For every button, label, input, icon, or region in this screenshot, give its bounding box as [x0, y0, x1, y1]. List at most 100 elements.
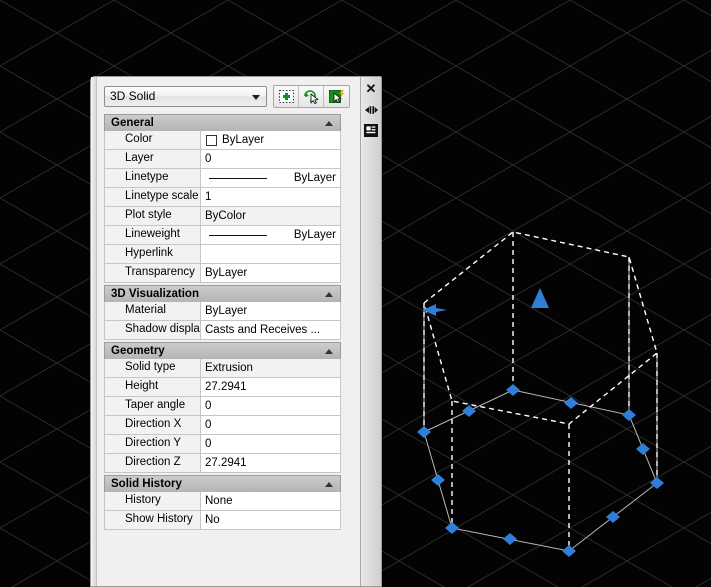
property-value-cell[interactable]: ByLayer	[201, 302, 340, 320]
property-row[interactable]: Layer 0	[104, 150, 341, 169]
property-label: Direction Y	[105, 435, 201, 453]
section-title: Geometry	[111, 345, 165, 357]
section-header-general[interactable]: General	[104, 114, 341, 131]
property-row[interactable]: Linetype ByLayer	[104, 169, 341, 188]
properties-scrollbar[interactable]	[343, 114, 355, 586]
property-row[interactable]: Solid type Extrusion	[104, 359, 341, 378]
property-row[interactable]: Material ByLayer	[104, 302, 341, 321]
property-row[interactable]: Hyperlink	[104, 245, 341, 264]
grip-arrow-move[interactable]	[423, 304, 447, 316]
property-label: Material	[105, 302, 201, 320]
property-value: None	[205, 494, 233, 507]
property-value: ByLayer	[205, 304, 248, 317]
close-button[interactable]: ✕	[363, 81, 379, 96]
section-title: Solid History	[111, 478, 182, 490]
property-row[interactable]: Lineweight ByLayer	[104, 226, 341, 245]
color-swatch-icon	[206, 134, 217, 146]
bottom-face-edges	[423, 389, 658, 552]
property-label: Lineweight	[105, 226, 201, 244]
property-value-cell[interactable]: 0	[201, 397, 340, 415]
property-row[interactable]: Height 27.2941	[104, 378, 341, 397]
property-value-cell[interactable]: 27.2941	[201, 454, 340, 472]
section-title: General	[111, 117, 154, 129]
section-header-solid-history[interactable]: Solid History	[104, 475, 341, 492]
selected-vertical-edges	[423, 232, 658, 551]
toggle-pickadd-icon	[329, 90, 345, 104]
property-label: Transparency	[105, 264, 201, 282]
property-row[interactable]: Show History No	[104, 511, 341, 530]
section-header-3d-visualization[interactable]: 3D Visualization	[104, 285, 341, 302]
property-value: ByLayer	[222, 133, 265, 146]
chevron-up-icon[interactable]	[325, 291, 333, 297]
property-value-cell[interactable]: No	[201, 511, 340, 529]
property-row[interactable]: History None	[104, 492, 341, 511]
chevron-down-icon	[252, 94, 260, 100]
select-objects-icon	[303, 90, 318, 104]
property-row[interactable]: Direction X 0	[104, 416, 341, 435]
property-label: Taper angle	[105, 397, 201, 415]
chevron-up-icon[interactable]	[325, 120, 333, 126]
properties-grid: General Color ByLayer Layer 0 Linetype ByLayer…	[104, 114, 341, 586]
property-value-cell[interactable]: ByLayer	[201, 264, 340, 282]
quick-select-icon	[278, 90, 294, 103]
property-value-cell[interactable]: 0	[201, 150, 340, 168]
property-value: Extrusion	[205, 361, 253, 374]
property-label: Plot style	[105, 207, 201, 225]
palette-toolbar: 3D Solid	[97, 77, 360, 114]
object-type-value: 3D Solid	[110, 89, 156, 103]
property-row[interactable]: Plot style ByColor	[104, 207, 341, 226]
section-header-geometry[interactable]: Geometry	[104, 342, 341, 359]
property-row[interactable]: Direction Z 27.2941	[104, 454, 341, 473]
property-value-cell[interactable]: ByLayer	[201, 226, 340, 244]
property-value-cell[interactable]: 0	[201, 435, 340, 453]
property-value-cell[interactable]: 1	[201, 188, 340, 206]
select-objects-button[interactable]	[299, 86, 324, 107]
properties-palette[interactable]: 3D Solid General Color ByLayer Layer 0 L…	[90, 76, 382, 587]
top-face-selected-edges	[423, 231, 658, 425]
property-value-cell[interactable]: Extrusion	[201, 359, 340, 377]
property-value: Casts and Receives ...	[205, 323, 321, 336]
property-label: Linetype scale	[105, 188, 201, 206]
property-label: Hyperlink	[105, 245, 201, 263]
quick-select-button[interactable]	[274, 86, 299, 107]
section-title: 3D Visualization	[111, 288, 199, 300]
property-label: Layer	[105, 150, 201, 168]
property-row[interactable]: Shadow display Casts and Receives ...	[104, 321, 341, 340]
chevron-up-icon[interactable]	[325, 348, 333, 354]
property-value: ByColor	[205, 209, 246, 222]
property-value-cell[interactable]: 27.2941	[201, 378, 340, 396]
linetype-preview-icon	[209, 177, 267, 179]
toggle-pickadd-button[interactable]	[324, 86, 349, 107]
property-row[interactable]: Taper angle 0	[104, 397, 341, 416]
property-value-cell[interactable]: ByColor	[201, 207, 340, 225]
palette-content: 3D Solid General Color ByLayer Layer 0 L…	[97, 77, 360, 586]
palette-tool-group	[273, 85, 350, 108]
property-value-cell[interactable]: ByLayer	[201, 169, 340, 187]
property-value-cell[interactable]: 0	[201, 416, 340, 434]
properties-menu-button[interactable]	[363, 123, 379, 138]
grip-triangle-extrude[interactable]	[531, 288, 549, 308]
property-label: Color	[105, 131, 201, 149]
property-value-cell[interactable]: None	[201, 492, 340, 510]
auto-hide-button[interactable]	[363, 102, 379, 117]
property-value: ByLayer	[293, 228, 336, 241]
property-label: History	[105, 492, 201, 510]
property-row[interactable]: Linetype scale 1	[104, 188, 341, 207]
object-type-combobox[interactable]: 3D Solid	[104, 86, 267, 107]
property-value: 1	[205, 190, 212, 203]
property-value-cell[interactable]: Casts and Receives ...	[201, 321, 340, 339]
grip-diamonds[interactable]	[417, 384, 664, 557]
property-value: No	[205, 513, 220, 526]
property-label: Direction X	[105, 416, 201, 434]
property-row[interactable]: Color ByLayer	[104, 131, 341, 150]
property-value-cell[interactable]: ByLayer	[201, 131, 340, 149]
property-row[interactable]: Transparency ByLayer	[104, 264, 341, 283]
property-value-cell[interactable]	[201, 245, 340, 263]
property-value: 0	[205, 437, 212, 450]
property-value: ByLayer	[205, 266, 248, 279]
properties-menu-icon	[364, 124, 378, 137]
property-value: 0	[205, 152, 212, 165]
chevron-up-icon[interactable]	[325, 481, 333, 487]
properties-scroll-area[interactable]: General Color ByLayer Layer 0 Linetype ByLayer…	[97, 114, 360, 586]
property-row[interactable]: Direction Y 0	[104, 435, 341, 454]
